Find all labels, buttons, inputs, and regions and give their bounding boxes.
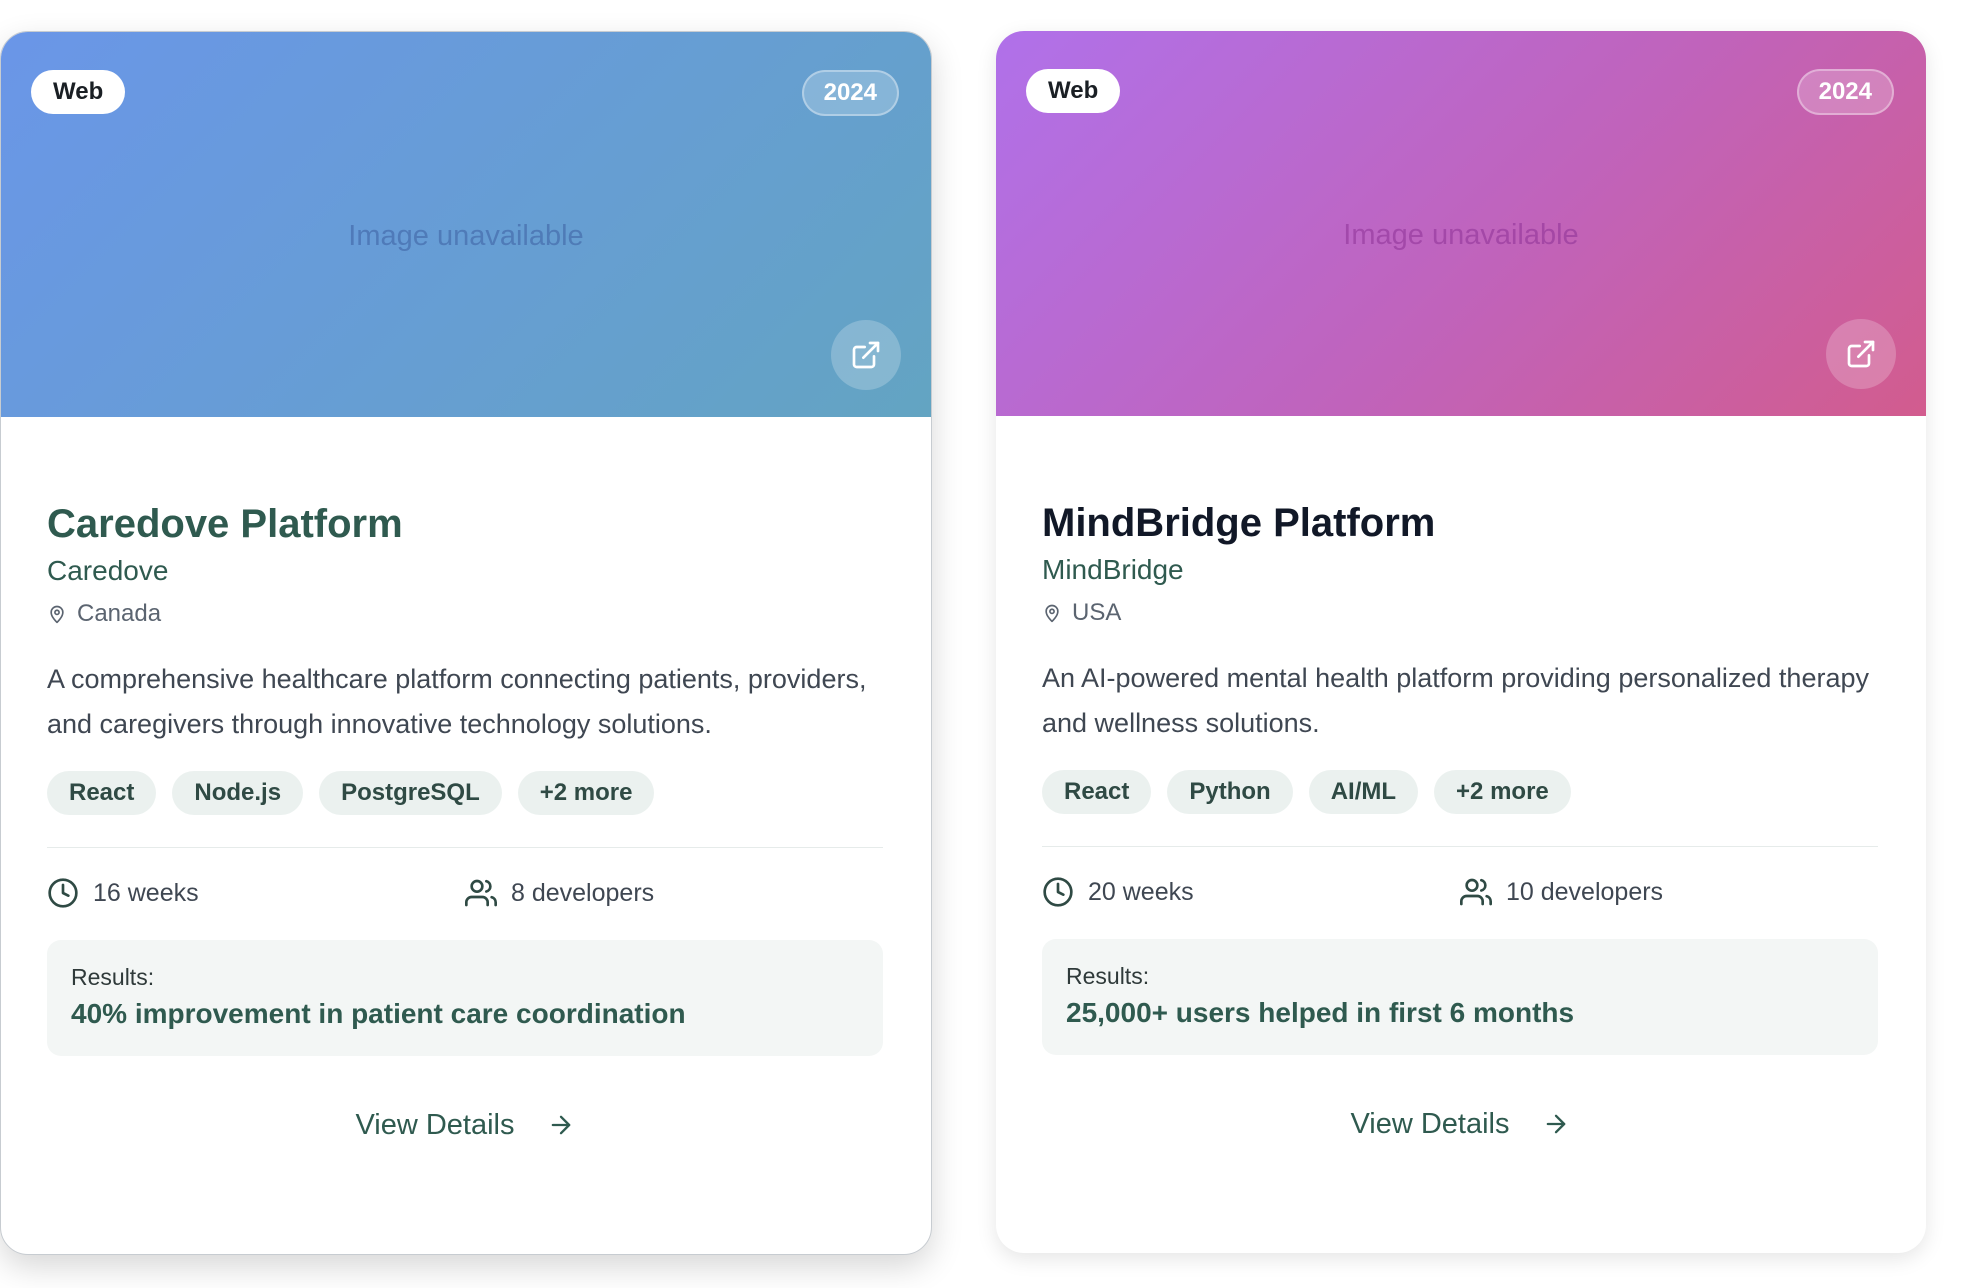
location-text: USA bbox=[1072, 599, 1122, 626]
team-text: 8 developers bbox=[511, 878, 655, 907]
arrow-right-icon bbox=[1546, 1114, 1565, 1134]
image-unavailable-text: Image unavailable bbox=[348, 220, 584, 252]
image-unavailable-text: Image unavailable bbox=[1343, 219, 1579, 251]
project-stats: 16 weeks 8 developers bbox=[47, 872, 883, 914]
external-link-icon bbox=[1847, 340, 1875, 368]
map-pin-icon bbox=[1045, 604, 1059, 623]
tech-tags: React Node.js PostgreSQL +2 more bbox=[47, 771, 883, 815]
team-text: 10 developers bbox=[1506, 877, 1664, 906]
project-title: Caredove Platform bbox=[47, 502, 403, 546]
view-details-button[interactable]: View Details bbox=[47, 1100, 883, 1150]
project-description: An AI-powered mental health platform pro… bbox=[1042, 663, 1869, 738]
divider bbox=[1042, 846, 1878, 847]
category-badge: Web bbox=[31, 70, 126, 114]
location: Canada bbox=[47, 599, 883, 629]
results-value: 40% improvement in patient care coordina… bbox=[71, 998, 686, 1029]
clock-icon bbox=[48, 878, 78, 908]
team-stat: 10 developers bbox=[1460, 876, 1878, 908]
users-icon bbox=[1460, 878, 1492, 906]
project-card[interactable]: Web 2024 Image unavailable MindBridge Pl… bbox=[996, 31, 1926, 1253]
divider bbox=[47, 847, 883, 848]
project-title: MindBridge Platform bbox=[1042, 501, 1436, 545]
project-image: Web 2024 Image unavailable bbox=[996, 31, 1926, 416]
tech-tag: AI/ML bbox=[1308, 770, 1419, 814]
results-value: 25,000+ users helped in first 6 months bbox=[1066, 997, 1575, 1028]
client-name: MindBridge bbox=[1042, 554, 1184, 585]
year-badge: 2024 bbox=[1796, 69, 1894, 115]
users-icon bbox=[465, 879, 497, 907]
project-card[interactable]: Web 2024 Image unavailable Caredove Plat… bbox=[0, 31, 932, 1255]
location-text: Canada bbox=[77, 600, 162, 627]
tech-tag: Node.js bbox=[172, 771, 304, 815]
duration-text: 20 weeks bbox=[1088, 877, 1194, 906]
project-stats: 20 weeks 10 developers bbox=[1042, 871, 1878, 913]
view-details-label: View Details bbox=[355, 1108, 515, 1141]
view-details-button[interactable]: View Details bbox=[1042, 1099, 1878, 1149]
project-description: A comprehensive healthcare platform conn… bbox=[47, 664, 867, 739]
duration-stat: 20 weeks bbox=[1042, 876, 1460, 908]
category-badge: Web bbox=[1026, 69, 1121, 113]
results-box: Results: 25,000+ users helped in first 6… bbox=[1042, 939, 1878, 1055]
project-image: Web 2024 Image unavailable bbox=[1, 32, 931, 417]
duration-stat: 16 weeks bbox=[47, 877, 465, 909]
arrow-right-icon bbox=[551, 1115, 570, 1135]
external-link-button[interactable] bbox=[831, 320, 901, 390]
tech-tag: React bbox=[1042, 770, 1152, 814]
results-label: Results: bbox=[1066, 963, 1150, 989]
external-link-icon bbox=[852, 341, 880, 369]
results-label: Results: bbox=[71, 964, 155, 990]
tech-tag: Python bbox=[1167, 770, 1293, 814]
clock-icon bbox=[1043, 877, 1073, 907]
tech-tag: React bbox=[47, 771, 157, 815]
external-link-button[interactable] bbox=[1826, 319, 1896, 389]
tech-tags: React Python AI/ML +2 more bbox=[1042, 770, 1878, 814]
more-tags: +2 more bbox=[1434, 770, 1571, 814]
more-tags: +2 more bbox=[517, 771, 655, 815]
client-name: Caredove bbox=[47, 555, 169, 586]
view-details-label: View Details bbox=[1350, 1107, 1510, 1140]
tech-tag: PostgreSQL bbox=[319, 771, 502, 815]
map-pin-icon bbox=[50, 605, 64, 624]
year-badge: 2024 bbox=[801, 70, 899, 116]
location: USA bbox=[1042, 598, 1878, 628]
results-box: Results: 40% improvement in patient care… bbox=[47, 940, 883, 1056]
team-stat: 8 developers bbox=[465, 877, 883, 909]
duration-text: 16 weeks bbox=[93, 878, 199, 907]
